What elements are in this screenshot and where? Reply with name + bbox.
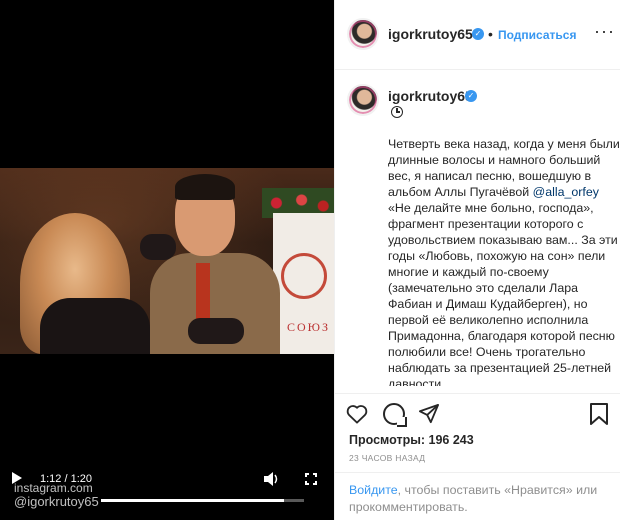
header-username[interactable]: igorkrutoy65	[388, 26, 473, 42]
fullscreen-icon[interactable]	[304, 472, 318, 486]
comment-username[interactable]: igorkrutoy65	[388, 88, 473, 104]
post-sidebar: igorkrutoy65 ✓ • Подписаться ··· igorkru…	[334, 0, 620, 520]
bookmark-icon[interactable]	[590, 403, 608, 425]
login-prompt: Войдите, чтобы поставить «Нравится» или …	[349, 482, 609, 516]
watermark-handle: @igorkrutoy65	[14, 494, 99, 509]
follow-button[interactable]: Подписаться	[498, 28, 576, 42]
watermark-site: instagram.com	[14, 481, 93, 495]
mention-link[interactable]: @alla_orfey	[533, 185, 599, 199]
comment-icon[interactable]	[383, 403, 407, 427]
actions-divider	[335, 393, 620, 394]
share-icon[interactable]	[419, 404, 439, 424]
progress-fill	[101, 499, 284, 502]
post-caption: Четверть века назад, когда у меня были д…	[388, 136, 620, 386]
verified-badge-icon: ✓	[465, 90, 477, 102]
glove-raised	[140, 234, 176, 260]
video-player[interactable]: СОЮЗ 1:12 / 1:20 instagram.com @igorkrut…	[0, 0, 334, 520]
verified-badge-icon: ✓	[472, 28, 484, 40]
progress-bar[interactable]	[101, 499, 304, 502]
woman-dress	[40, 298, 150, 354]
view-count: Просмотры: 196 243	[349, 433, 474, 447]
login-link[interactable]: Войдите	[349, 483, 398, 497]
more-options-icon[interactable]: ···	[594, 22, 615, 40]
separator-dot: •	[488, 26, 493, 42]
banner-logo	[281, 253, 327, 299]
volume-icon[interactable]	[263, 472, 279, 489]
avatar[interactable]	[347, 18, 379, 50]
caption-text-end: «Не делайте мне больно, господа», фрагме…	[388, 201, 618, 386]
heart-icon[interactable]	[346, 404, 368, 424]
video-frame[interactable]: СОЮЗ	[0, 168, 334, 354]
banner-text: СОЮЗ	[287, 320, 331, 334]
clock-icon	[391, 106, 403, 118]
post-timestamp[interactable]: 23 ЧАСОВ НАЗАД	[349, 453, 425, 463]
gloves	[188, 318, 244, 344]
man-hair	[175, 174, 235, 200]
comment-avatar[interactable]	[347, 84, 379, 116]
